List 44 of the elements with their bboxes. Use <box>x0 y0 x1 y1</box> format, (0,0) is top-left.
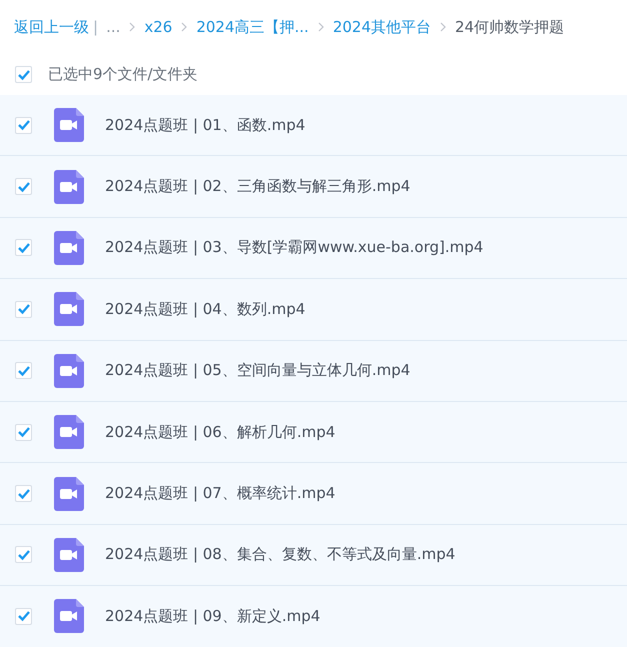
file-name: 2024点题班 | 05、空间向量与立体几何.mp4 <box>105 361 410 380</box>
checkbox[interactable] <box>15 485 32 502</box>
separator: | <box>93 18 98 36</box>
checkbox[interactable] <box>15 239 32 256</box>
selection-count: 已选中9个文件/文件夹 <box>48 65 198 84</box>
checkbox[interactable] <box>15 424 32 441</box>
file-name: 2024点题班 | 07、概率统计.mp4 <box>105 484 336 504</box>
file-row[interactable]: 2024点题班 | 03、导数[学霸网www.xue-ba.org].mp4 <box>0 218 627 280</box>
file-row[interactable]: 2024点题班 | 04、数列.mp4 <box>0 279 627 341</box>
select-all-checkbox[interactable] <box>15 66 32 83</box>
checkbox[interactable] <box>15 300 32 318</box>
file-name: 2024点题班 | 08、集合、复数、不等式及向量.mp4 <box>105 545 456 564</box>
checkbox[interactable] <box>15 608 32 625</box>
checkbox[interactable] <box>15 178 32 196</box>
current-folder: 24何帅数学押题 <box>455 18 564 36</box>
chevron-icon <box>316 22 325 32</box>
video-file-icon <box>54 538 84 572</box>
file-row[interactable]: 2024点题班 | 09、新定义.mp4 <box>0 586 627 647</box>
chevron-icon <box>128 22 136 32</box>
checkbox[interactable] <box>15 546 32 564</box>
video-file-icon <box>54 108 84 142</box>
file-name: 2024点题班 | 09、新定义.mp4 <box>105 606 320 626</box>
chevron-icon <box>180 22 188 32</box>
checkbox[interactable] <box>15 116 32 134</box>
file-row[interactable]: 2024点题班 | 01、函数.mp4 <box>0 95 627 156</box>
file-row[interactable]: 2024点题班 | 08、集合、复数、不等式及向量.mp4 <box>0 524 627 586</box>
file-row[interactable]: 2024点题班 | 05、空间向量与立体几何.mp4 <box>0 340 627 402</box>
chevron-icon <box>439 22 448 32</box>
checkbox[interactable] <box>15 362 32 380</box>
video-file-icon <box>54 599 84 634</box>
video-file-icon <box>54 292 84 326</box>
file-row[interactable]: 2024点题班 | 06、解析几何.mp4 <box>0 402 627 464</box>
file-row[interactable]: 2024点题班 | 02、三角函数与解三角形.mp4 <box>0 156 627 218</box>
file-name: 2024点题班 | 01、函数.mp4 <box>105 116 306 135</box>
video-file-icon <box>54 476 84 511</box>
video-file-icon <box>54 230 84 265</box>
file-name: 2024点题班 | 02、三角函数与解三角形.mp4 <box>105 177 410 196</box>
file-row[interactable]: 2024点题班 | 07、概率统计.mp4 <box>0 463 627 525</box>
file-name: 2024点题班 | 03、导数[学霸网www.xue-ba.org].mp4 <box>105 238 484 258</box>
file-name: 2024点题班 | 06、解析几何.mp4 <box>105 422 336 442</box>
file-name: 2024点题班 | 04、数列.mp4 <box>105 300 306 319</box>
video-file-icon <box>54 170 84 204</box>
video-file-icon <box>54 354 84 388</box>
video-file-icon <box>54 415 84 450</box>
